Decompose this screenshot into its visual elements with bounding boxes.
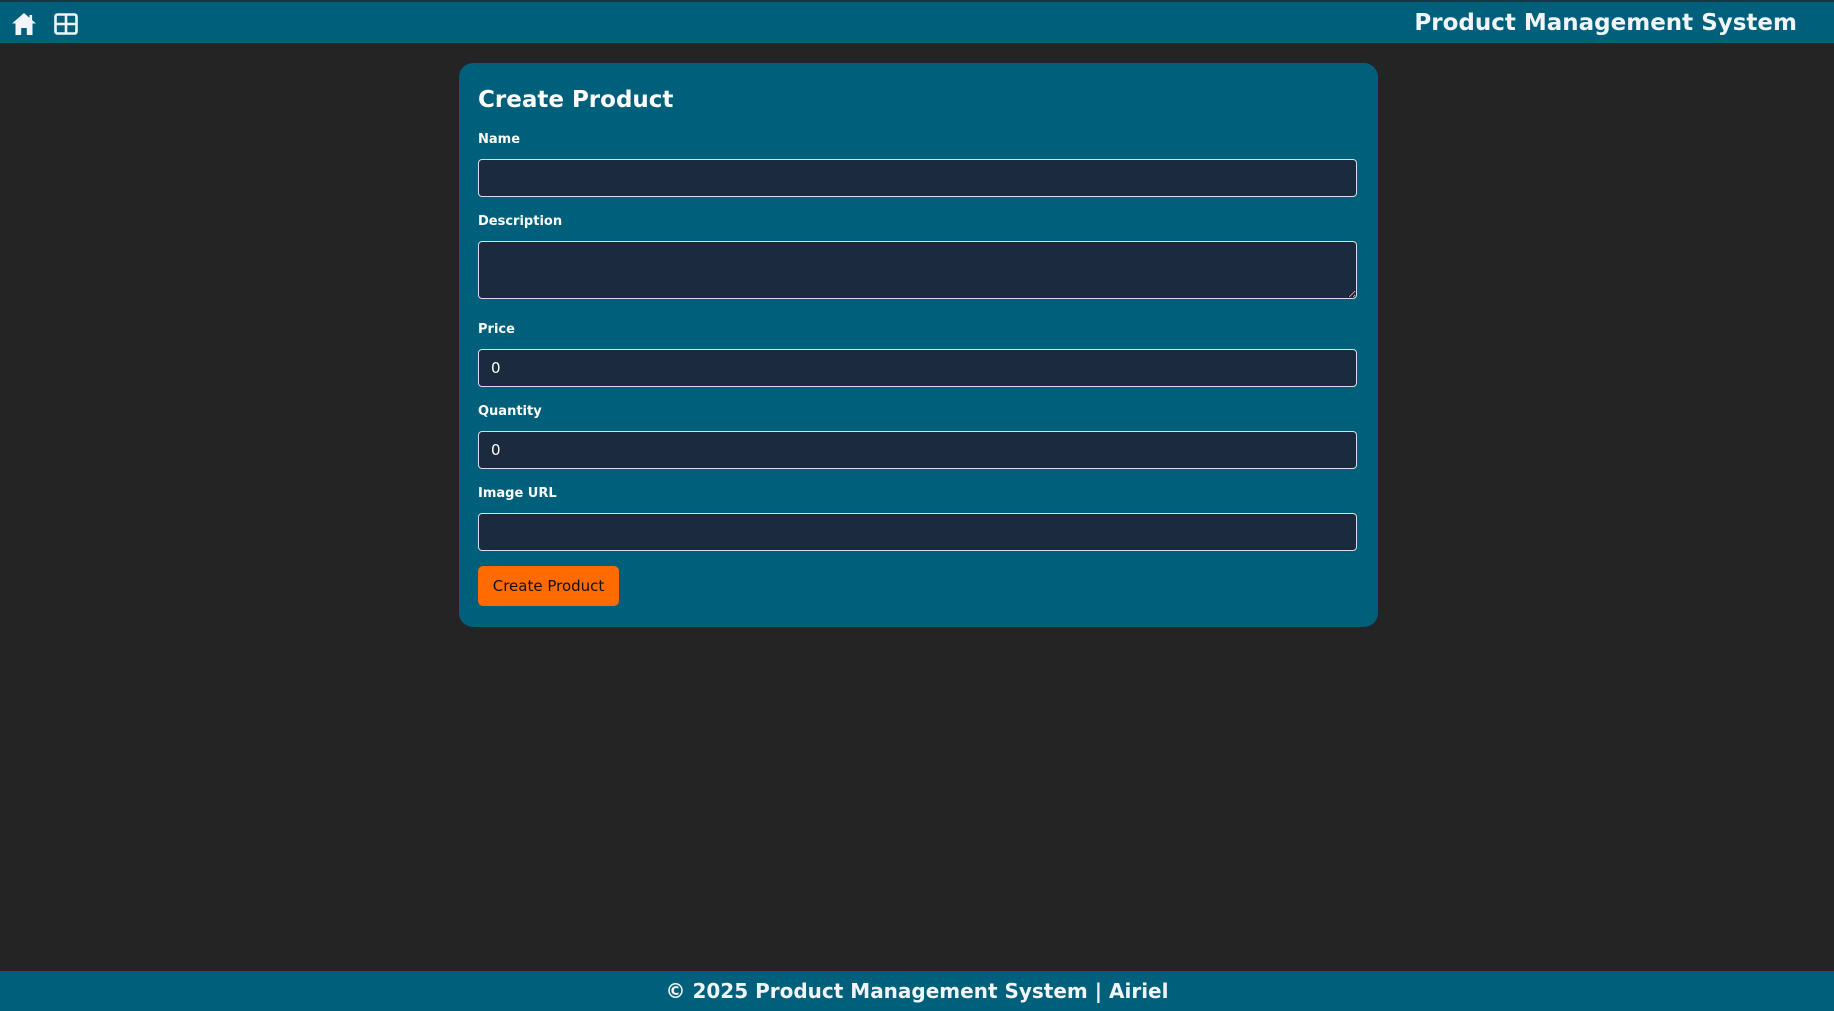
grid-icon[interactable] [52,11,80,37]
top-navigation-bar: Product Management System [0,0,1834,43]
image-url-label: Image URL [478,486,557,501]
home-icon[interactable] [10,11,38,37]
name-label: Name [478,132,521,147]
footer-text: © 2025 Product Management System | Airie… [665,979,1169,1003]
price-label: Price [478,322,515,337]
name-input[interactable] [478,159,1357,197]
quantity-label: Quantity [478,404,542,419]
description-label: Description [478,214,563,229]
quantity-input[interactable] [478,431,1357,469]
footer: © 2025 Product Management System | Airie… [0,971,1834,1011]
create-product-button[interactable]: Create Product [478,566,619,606]
form-title: Create Product [478,87,674,113]
price-input[interactable] [478,349,1357,387]
create-product-card: Create Product Name Description Price Qu… [459,63,1378,627]
app-title: Product Management System [1414,10,1797,36]
image-url-input[interactable] [478,513,1357,551]
description-textarea[interactable] [478,241,1357,299]
